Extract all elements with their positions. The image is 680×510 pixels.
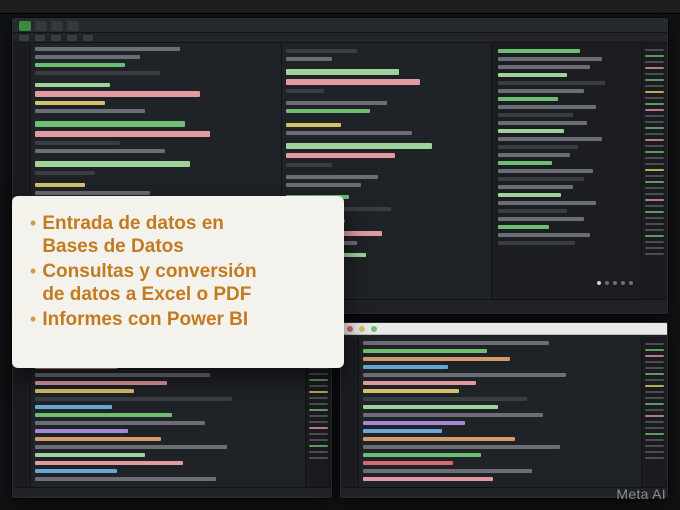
- toolbar-btn[interactable]: [35, 35, 45, 41]
- side-panel: [491, 43, 641, 299]
- page-dot[interactable]: [605, 281, 609, 285]
- window-max-icon[interactable]: [371, 326, 377, 332]
- feature-text: Informes con Power BI: [42, 308, 248, 331]
- watermark: Meta AI: [616, 486, 666, 502]
- feature-item: • Informes con Power BI: [30, 308, 326, 331]
- page-dot[interactable]: [597, 281, 601, 285]
- toolbar: [13, 33, 667, 43]
- feature-text: Entrada de datos en: [42, 212, 224, 235]
- tab-3[interactable]: [51, 21, 63, 31]
- bullet-icon: •: [30, 260, 36, 282]
- bullet-icon: •: [30, 212, 36, 234]
- os-menubar: [0, 0, 680, 14]
- page-dot[interactable]: [621, 281, 625, 285]
- editor-body: [341, 337, 667, 487]
- tab-1[interactable]: [19, 21, 31, 31]
- page-dot[interactable]: [629, 281, 633, 285]
- page-dot[interactable]: [613, 281, 617, 285]
- statusbar: [13, 487, 331, 497]
- tab-2[interactable]: [35, 21, 47, 31]
- feature-item: • Consultas y conversión de datos a Exce…: [30, 260, 326, 306]
- window-min-icon[interactable]: [359, 326, 365, 332]
- toolbar-btn[interactable]: [19, 35, 29, 41]
- feature-text: Bases de Datos: [42, 235, 224, 258]
- minimap[interactable]: [641, 337, 667, 487]
- feature-text: Consultas y conversión: [42, 260, 256, 283]
- window-header: [341, 323, 667, 335]
- bullet-icon: •: [30, 308, 36, 330]
- feature-text: de datos a Excel o PDF: [42, 283, 256, 306]
- editor-bottom-right: [340, 322, 668, 498]
- minimap[interactable]: [641, 43, 667, 299]
- tabbar: [13, 19, 667, 33]
- feature-item: • Entrada de datos en Bases de Datos: [30, 212, 326, 258]
- pagination[interactable]: [589, 281, 633, 285]
- code-area[interactable]: [359, 337, 641, 487]
- stage: • Entrada de datos en Bases de Datos • C…: [0, 0, 680, 510]
- tab-4[interactable]: [67, 21, 79, 31]
- feature-overlay: • Entrada de datos en Bases de Datos • C…: [12, 196, 344, 368]
- toolbar-btn[interactable]: [51, 35, 61, 41]
- feature-list: • Entrada de datos en Bases de Datos • C…: [30, 212, 326, 331]
- window-close-icon[interactable]: [347, 326, 353, 332]
- toolbar-btn[interactable]: [83, 35, 93, 41]
- toolbar-btn[interactable]: [67, 35, 77, 41]
